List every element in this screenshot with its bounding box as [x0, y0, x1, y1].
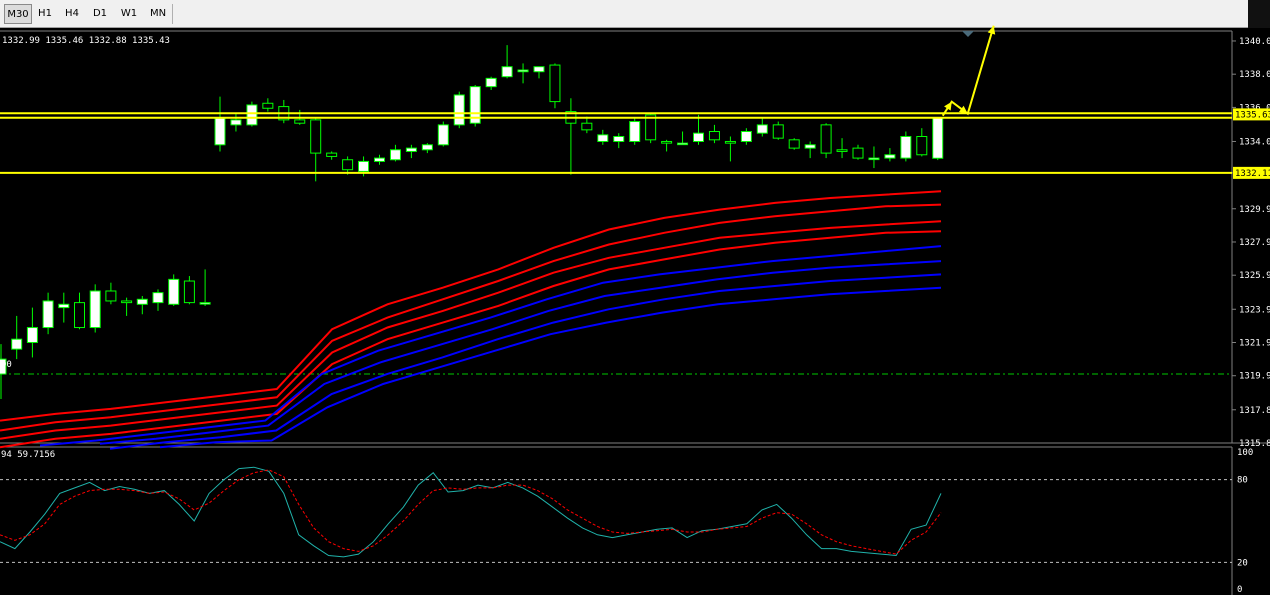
candle-body: [152, 292, 164, 304]
candle-body: [262, 102, 274, 109]
candle-body: [136, 298, 148, 305]
candle-body: [517, 69, 529, 73]
candle-body: [453, 94, 465, 126]
candle-body: [693, 132, 704, 142]
ma-blue-line: [109, 273, 942, 450]
price-tick-label: 1327.95: [1239, 238, 1270, 248]
candle-body: [358, 160, 370, 172]
left-stub-label: 00: [1, 360, 12, 370]
candle-body: [900, 135, 912, 159]
candle-body: [597, 134, 609, 142]
price-tick-label: 1329.95: [1239, 205, 1270, 215]
price-panel-frame: [0, 30, 1270, 444]
price-axis: 1340.051338.051336.051334.001332.111329.…: [1232, 37, 1270, 449]
price-tick-label: 1340.05: [1239, 37, 1270, 47]
forecast-arrows[interactable]: [941, 25, 996, 117]
candle-body: [89, 290, 101, 329]
candle-body: [629, 121, 641, 142]
candle-body: [724, 140, 736, 144]
candle-body: [42, 300, 54, 329]
forecast-path: [941, 25, 995, 117]
candle-body: [405, 147, 417, 152]
price-tick-label: 1325.95: [1239, 271, 1270, 281]
ma-blue-line: [99, 260, 942, 445]
candle-body: [11, 338, 23, 350]
ohlc-readout: 1332.99 1335.46 1332.88 1335.43: [2, 36, 170, 46]
price-tick-label: 1334.00: [1239, 137, 1270, 147]
ma-blue-line: [39, 245, 942, 447]
candle-body: [884, 154, 896, 159]
candle-body: [820, 124, 832, 154]
candle-body: [788, 139, 800, 149]
candle-body: [26, 327, 38, 343]
candle-body: [581, 122, 593, 131]
candle-body: [58, 303, 70, 309]
ma-red-line: [0, 230, 942, 449]
candle-body: [437, 124, 449, 146]
oscillator-tick-label: 100: [1237, 448, 1253, 458]
oscillator-tick-label: 0: [1237, 585, 1242, 595]
candle-body: [804, 144, 816, 149]
ma-red-line: [0, 203, 942, 432]
price-tick-label: 1323.90: [1239, 305, 1270, 315]
chart-canvas[interactable]: 1340.051338.051336.051334.001332.111329.…: [0, 0, 1270, 595]
candle-body: [105, 290, 117, 302]
candle-body: [836, 149, 848, 152]
candle-body: [199, 302, 211, 305]
candle-body: [294, 119, 306, 124]
candle-body: [485, 77, 497, 88]
oscillator-panel-frame: [0, 446, 1233, 595]
candle-body: [772, 124, 784, 139]
candle-body: [932, 117, 944, 159]
candle-body: [661, 140, 673, 144]
candle-body: [501, 66, 513, 78]
stochastic-signal-line: [0, 469, 942, 555]
price-tick-label: 1319.90: [1239, 372, 1270, 382]
oscillator-readout: 94 59.7156: [1, 450, 55, 460]
candle-body: [868, 157, 880, 161]
candle-body: [740, 131, 752, 142]
horizontal-level-lines[interactable]: [0, 112, 1232, 174]
candle-body: [326, 152, 338, 157]
candle-body: [183, 280, 195, 304]
ma-blue-line: [159, 286, 942, 449]
candle-body: [549, 64, 561, 103]
price-tick-label: 1338.05: [1239, 70, 1270, 80]
price-tick-label: 1321.90: [1239, 338, 1270, 348]
candle-body: [756, 124, 768, 134]
candle-body: [246, 104, 258, 126]
candle-body: [708, 131, 720, 141]
stochastic-oscillator: [0, 466, 1232, 563]
oscillator-axis: 100 80 20 0: [1237, 448, 1253, 595]
candle-body: [230, 119, 242, 126]
candle-body: [389, 149, 401, 161]
candle-body: [74, 302, 85, 329]
moving-average-ribbon: [0, 190, 942, 450]
candle-body: [852, 147, 864, 159]
candle-body: [916, 135, 928, 156]
candle-body: [374, 157, 385, 162]
candle-body: [121, 300, 133, 304]
candle-body: [168, 278, 180, 305]
oscillator-tick-label: 80: [1237, 476, 1248, 486]
candle-body: [421, 144, 433, 151]
chart-shift-marker-icon[interactable]: [962, 31, 974, 37]
ma-red-line: [0, 190, 942, 422]
candle-body: [214, 117, 226, 146]
candle-body: [310, 119, 322, 154]
candle-body: [342, 159, 354, 171]
oscillator-tick-label: 20: [1237, 558, 1248, 568]
price-tick-label: 1317.85: [1239, 406, 1270, 416]
price-marker-label: 1335.63: [1235, 110, 1270, 120]
price-marker-label: 1332.11: [1235, 169, 1270, 179]
candlestick-series: [0, 45, 944, 399]
candle-body: [533, 66, 545, 73]
candle-body: [677, 142, 689, 146]
stochastic-main-line: [0, 466, 942, 558]
candle-body: [613, 135, 625, 142]
